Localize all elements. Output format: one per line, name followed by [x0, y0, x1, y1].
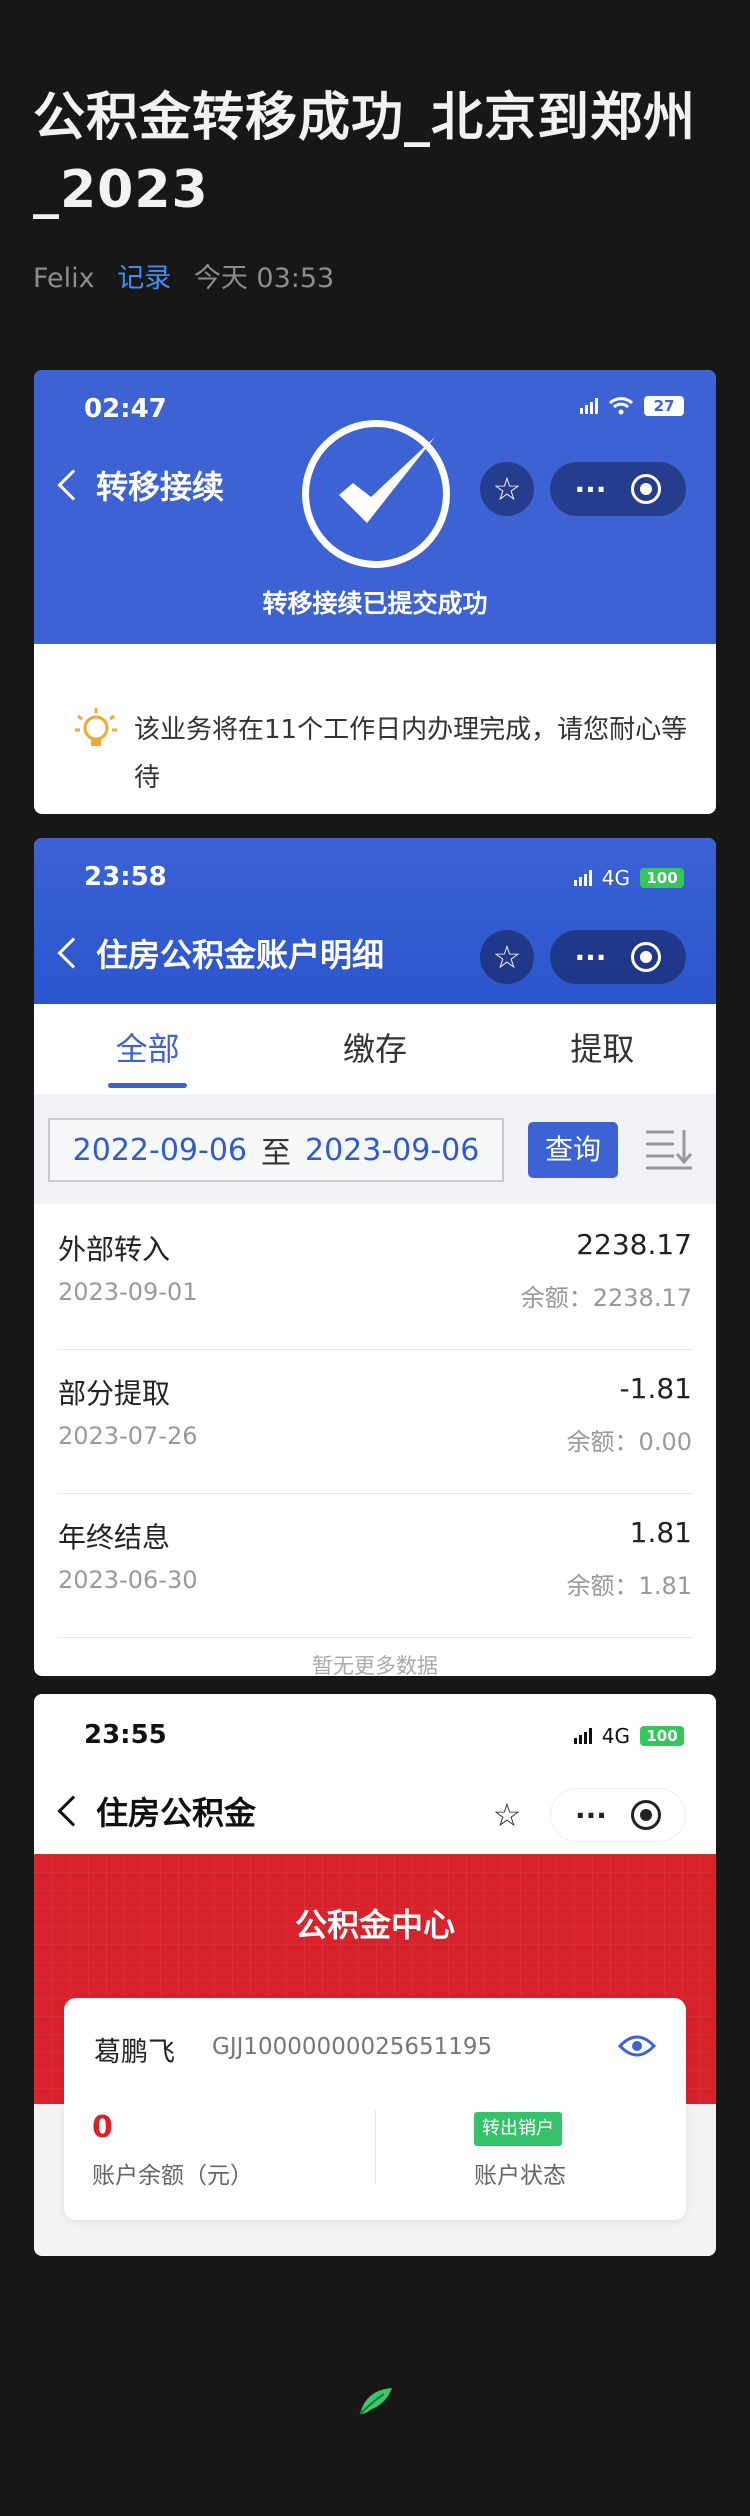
- screenshot-account-detail: 23:58 4G 100 住房公积金账户明细 ☆ ··· 全部 缴存 提取 20…: [34, 838, 716, 1676]
- transaction-type: 部分提取: [58, 1377, 171, 1410]
- check-circle-icon: [302, 420, 450, 568]
- transaction-list: 外部转入 2238.17 2023-09-01 余额：2238.17 部分提取 …: [34, 1206, 716, 1638]
- transaction-date: 2023-09-01: [58, 1278, 198, 1306]
- account-number: GJJ10000000025651195: [212, 2034, 493, 2060]
- signal-icon: [580, 398, 598, 414]
- transaction-row[interactable]: 年终结息 1.81 2023-06-30 余额：1.81: [58, 1494, 692, 1638]
- divider: [375, 2110, 376, 2184]
- mini-program-capsule[interactable]: ···: [550, 1788, 686, 1842]
- transaction-amount: 1.81: [629, 1516, 692, 1549]
- tip-row: 该业务将在11个工作日内办理完成，请您耐心等待: [74, 706, 694, 802]
- status-time: 02:47: [84, 394, 167, 424]
- balance-value: 0: [92, 2110, 113, 2145]
- nav-title: 住房公积金: [96, 1794, 257, 1832]
- transaction-balance: 余额：1.81: [566, 1572, 692, 1600]
- transaction-date: 2023-06-30: [58, 1566, 198, 1594]
- no-more-data: 暂无更多数据: [312, 1654, 438, 1676]
- tip-text: 该业务将在11个工作日内办理完成，请您耐心等待: [134, 715, 688, 793]
- date-range-input[interactable]: 2022-09-06 至 2023-09-06: [48, 1118, 504, 1182]
- account-name: 葛鹏飞: [94, 2037, 175, 2068]
- screenshot-housing-fund: 23:55 4G 100 住房公积金 ☆ ··· 公积金中心 葛鹏飞 GJJ10…: [34, 1694, 716, 2256]
- more-icon[interactable]: ···: [575, 1799, 607, 1832]
- balance-label: 账户余额（元）: [92, 2163, 253, 2189]
- tab-deposit[interactable]: 缴存: [261, 1004, 488, 1094]
- signal-icon: [573, 1728, 592, 1744]
- tab-all[interactable]: 全部: [34, 1004, 261, 1094]
- detail-header: 23:58 4G 100 住房公积金账户明细 ☆ ···: [34, 838, 716, 1004]
- target-icon[interactable]: [630, 1800, 661, 1830]
- author-name[interactable]: Felix: [33, 263, 95, 294]
- success-header: 02:47 27 转移接续 ☆ ··· 转移接续已提交成功: [34, 370, 716, 644]
- tab-bar: 全部 缴存 提取: [34, 1004, 716, 1094]
- status-icons: 27: [580, 396, 684, 416]
- date-from[interactable]: 2022-09-06: [73, 1133, 247, 1168]
- category-tag[interactable]: 记录: [117, 263, 171, 294]
- nav-back[interactable]: 转移接续: [54, 462, 224, 508]
- target-icon[interactable]: [631, 474, 662, 504]
- battery-indicator: 27: [644, 396, 684, 416]
- center-title: 公积金中心: [294, 1906, 455, 1944]
- fund-header: 23:55 4G 100 住房公积金 ☆ ···: [34, 1694, 716, 1854]
- post-title: 公积金转移成功_北京到郑州_2023: [33, 88, 697, 220]
- chevron-left-icon: [57, 937, 89, 969]
- transaction-date: 2023-07-26: [58, 1422, 198, 1450]
- signal-icon: [573, 870, 592, 886]
- network-label: 4G: [601, 1724, 630, 1748]
- transaction-amount: -1.81: [619, 1372, 692, 1405]
- target-icon[interactable]: [631, 942, 662, 972]
- status-icons: 4G 100: [573, 1724, 684, 1748]
- status-badge: 转出销户: [474, 2112, 562, 2146]
- mini-program-capsule[interactable]: ···: [550, 462, 686, 516]
- eye-icon[interactable]: [618, 2032, 656, 2060]
- mini-program-capsule[interactable]: ···: [550, 930, 686, 984]
- nav-title: 转移接续: [96, 468, 225, 506]
- screenshot-transfer-success: 02:47 27 转移接续 ☆ ··· 转移接续已提交成功 该业务将在11个工作…: [34, 370, 716, 814]
- star-icon[interactable]: ☆: [480, 930, 534, 984]
- date-to[interactable]: 2023-09-06: [305, 1133, 479, 1168]
- status-icons: 4G 100: [573, 866, 684, 890]
- chevron-left-icon: [57, 469, 89, 501]
- sort-icon[interactable]: [644, 1126, 694, 1172]
- status-time: 23:58: [84, 862, 167, 892]
- transaction-type: 年终结息: [58, 1521, 171, 1554]
- success-message: 转移接续已提交成功: [262, 589, 488, 618]
- more-icon[interactable]: ···: [575, 941, 607, 974]
- more-icon[interactable]: ···: [575, 473, 607, 506]
- chevron-left-icon: [57, 1795, 89, 1827]
- transaction-type: 外部转入: [58, 1233, 171, 1266]
- transaction-balance: 余额：2238.17: [520, 1284, 692, 1312]
- lightbulb-icon: [75, 708, 117, 746]
- status-label: 账户状态: [474, 2163, 566, 2189]
- transaction-amount: 2238.17: [576, 1228, 692, 1261]
- nav-title: 住房公积金账户明细: [96, 936, 385, 974]
- date-separator: 至: [261, 1136, 291, 1171]
- app-logo-icon: [359, 2388, 392, 2415]
- date-filter: 2022-09-06 至 2023-09-06 查询: [34, 1094, 716, 1204]
- star-icon[interactable]: ☆: [480, 1788, 534, 1842]
- transaction-row[interactable]: 外部转入 2238.17 2023-09-01 余额：2238.17: [58, 1206, 692, 1350]
- account-card: 葛鹏飞 GJJ10000000025651195 0 账户余额（元） 转出销户 …: [64, 1998, 686, 2220]
- query-button[interactable]: 查询: [528, 1122, 618, 1178]
- nav-back[interactable]: 住房公积金账户明细: [54, 930, 384, 976]
- network-label: 4G: [601, 866, 630, 890]
- tab-withdraw[interactable]: 提取: [489, 1004, 716, 1094]
- star-icon[interactable]: ☆: [480, 462, 534, 516]
- post-time: 今天 03:53: [193, 263, 335, 294]
- transaction-balance: 余额：0.00: [566, 1428, 692, 1456]
- post-meta: Felix 记录 今天 03:53: [33, 262, 348, 296]
- transaction-row[interactable]: 部分提取 -1.81 2023-07-26 余额：0.00: [58, 1350, 692, 1494]
- wifi-icon: [608, 397, 634, 415]
- status-time: 23:55: [84, 1720, 167, 1750]
- nav-back[interactable]: 住房公积金: [54, 1788, 256, 1834]
- battery-indicator: 100: [640, 868, 684, 888]
- battery-indicator: 100: [640, 1726, 684, 1746]
